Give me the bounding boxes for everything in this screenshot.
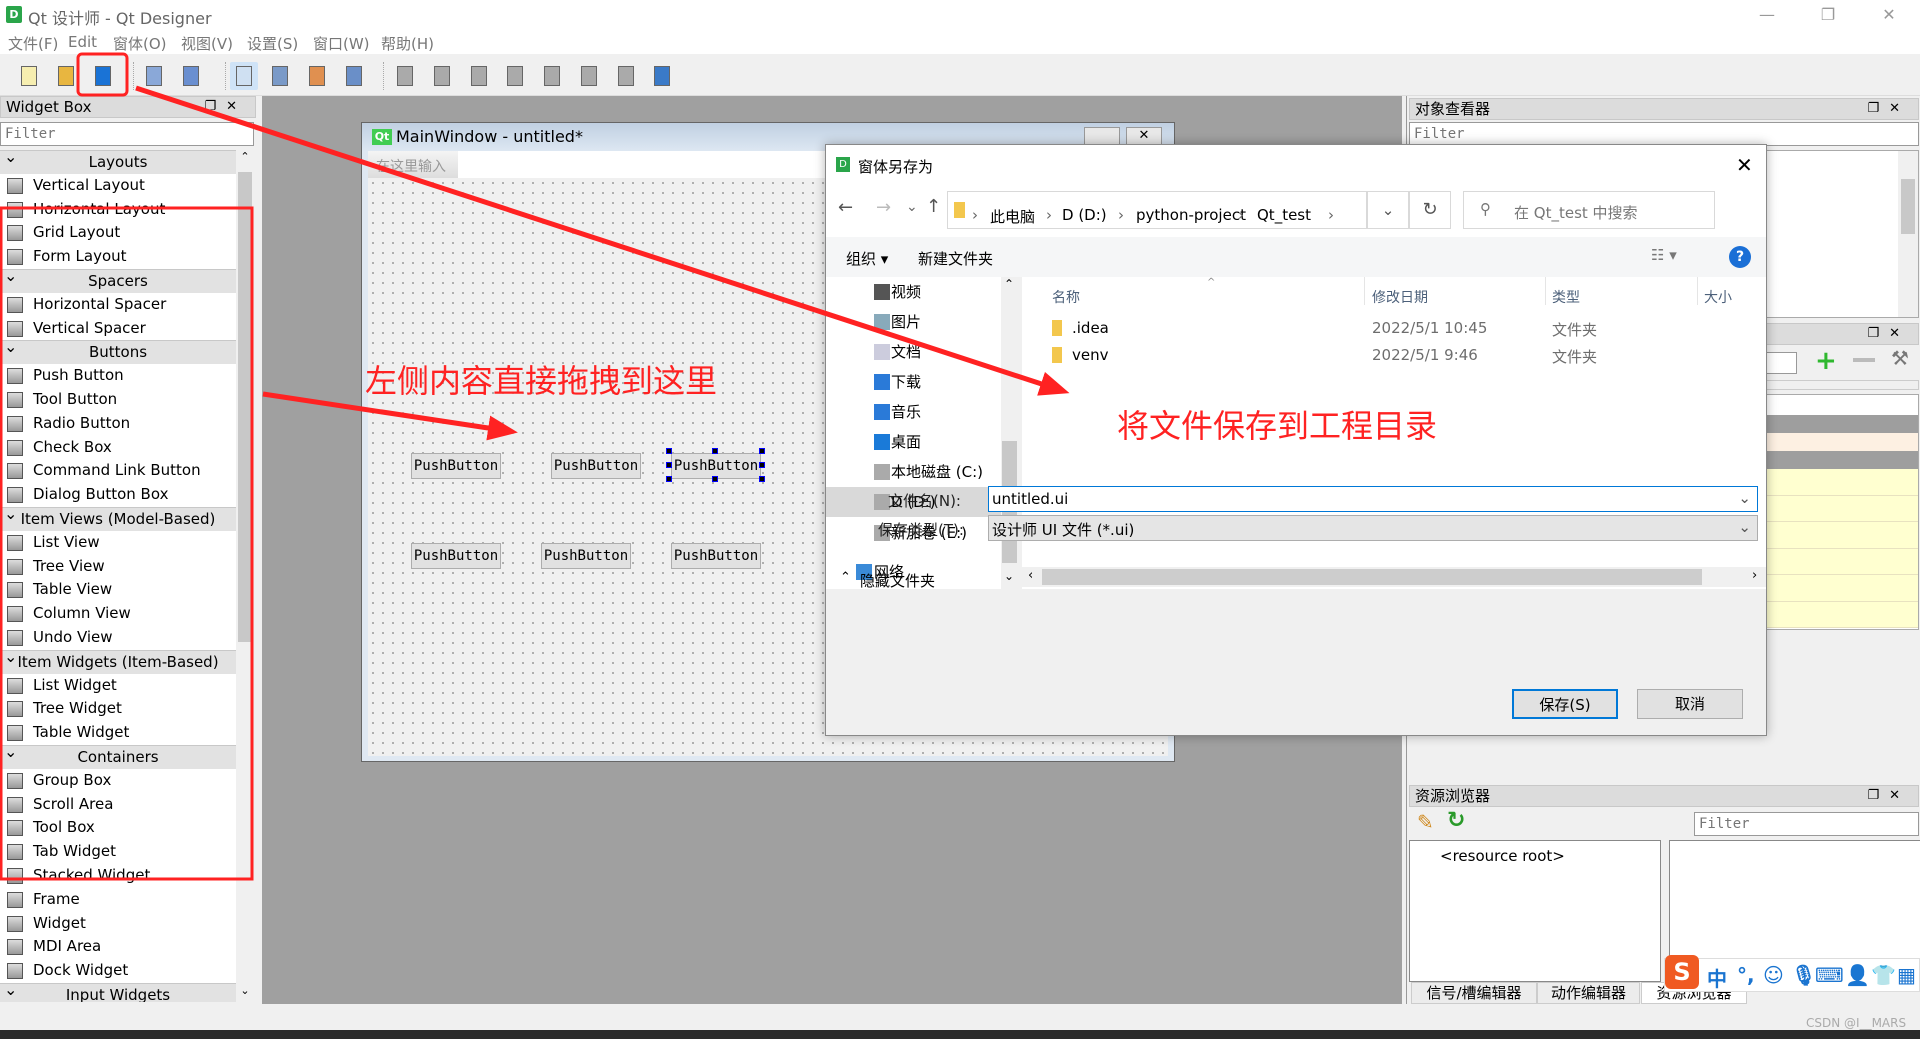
annotation-overlay [0,52,1070,881]
arrow-to-save-dialog [135,85,1070,396]
highlight-save-icon [76,52,129,97]
highlight-widget-list [0,206,254,881]
arrow-to-form [262,391,518,441]
